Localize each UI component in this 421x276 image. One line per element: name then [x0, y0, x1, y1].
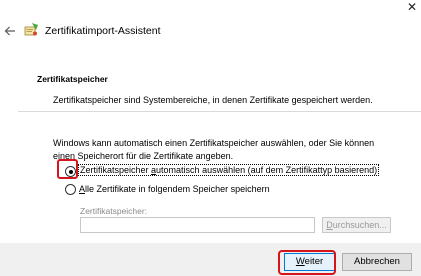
- next-highlight-annotation: [278, 250, 336, 275]
- browse-label: urchsuchen...: [332, 220, 387, 230]
- option-manual-store-label[interactable]: Alle Zertifikate in folgendem Speicher s…: [79, 184, 270, 194]
- radio-manual-store[interactable]: [65, 184, 76, 195]
- option-1-text-c: utomatisch auswählen (auf dem Zertifikat…: [156, 165, 378, 175]
- arrow-left-icon[interactable]: [4, 24, 16, 38]
- option-auto-select-label[interactable]: Zertifikatspeicher automatisch auswählen…: [77, 164, 380, 176]
- header-divider: [18, 111, 421, 112]
- radio-auto-select[interactable]: [65, 166, 76, 177]
- close-icon[interactable]: ✕: [404, 0, 420, 16]
- intro-text: Windows kann automatisch einen Zertifika…: [53, 138, 375, 161]
- radio-selected-dot: [68, 169, 73, 174]
- section-description: Zertifikatspeicher sind Systembereiche, …: [53, 95, 373, 105]
- certificate-import-wizard-icon: [24, 22, 39, 37]
- wizard-title: Zertifikatimport-Assistent: [45, 25, 161, 37]
- option-1-text-b: ertifikatspeicher: [85, 165, 152, 175]
- store-field-label: Zertifikatspeicher:: [80, 206, 148, 216]
- cancel-button[interactable]: Abbrechen: [342, 253, 412, 271]
- section-title: Zertifikatspeicher: [37, 74, 108, 84]
- option-2-text: lle Zertifikate in folgendem Speicher sp…: [85, 184, 270, 194]
- store-input[interactable]: [80, 217, 315, 233]
- browse-button[interactable]: Durchsuchen...: [322, 217, 391, 233]
